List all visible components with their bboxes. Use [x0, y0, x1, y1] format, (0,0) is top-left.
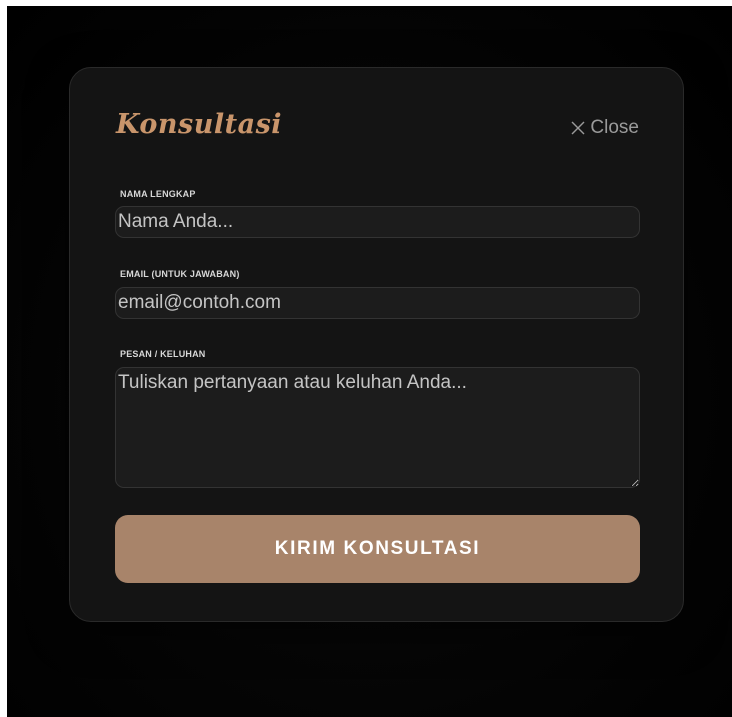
name-input[interactable] [115, 206, 640, 238]
message-label: PESAN / KELUHAN [120, 349, 206, 359]
email-input[interactable] [115, 287, 640, 319]
close-icon [571, 121, 585, 135]
email-label: EMAIL (UNTUK JAWABAN) [120, 269, 240, 279]
message-textarea[interactable] [115, 367, 640, 488]
submit-button[interactable]: KIRIM KONSULTASI [115, 515, 640, 583]
close-label: Close [590, 117, 639, 138]
name-label: NAMA LENGKAP [120, 189, 196, 199]
close-button[interactable]: Close [570, 117, 639, 139]
consultation-modal: Konsultasi Close NAMA LENGKAP EMAIL (UNT… [69, 67, 684, 622]
modal-title: Konsultasi [116, 109, 283, 140]
